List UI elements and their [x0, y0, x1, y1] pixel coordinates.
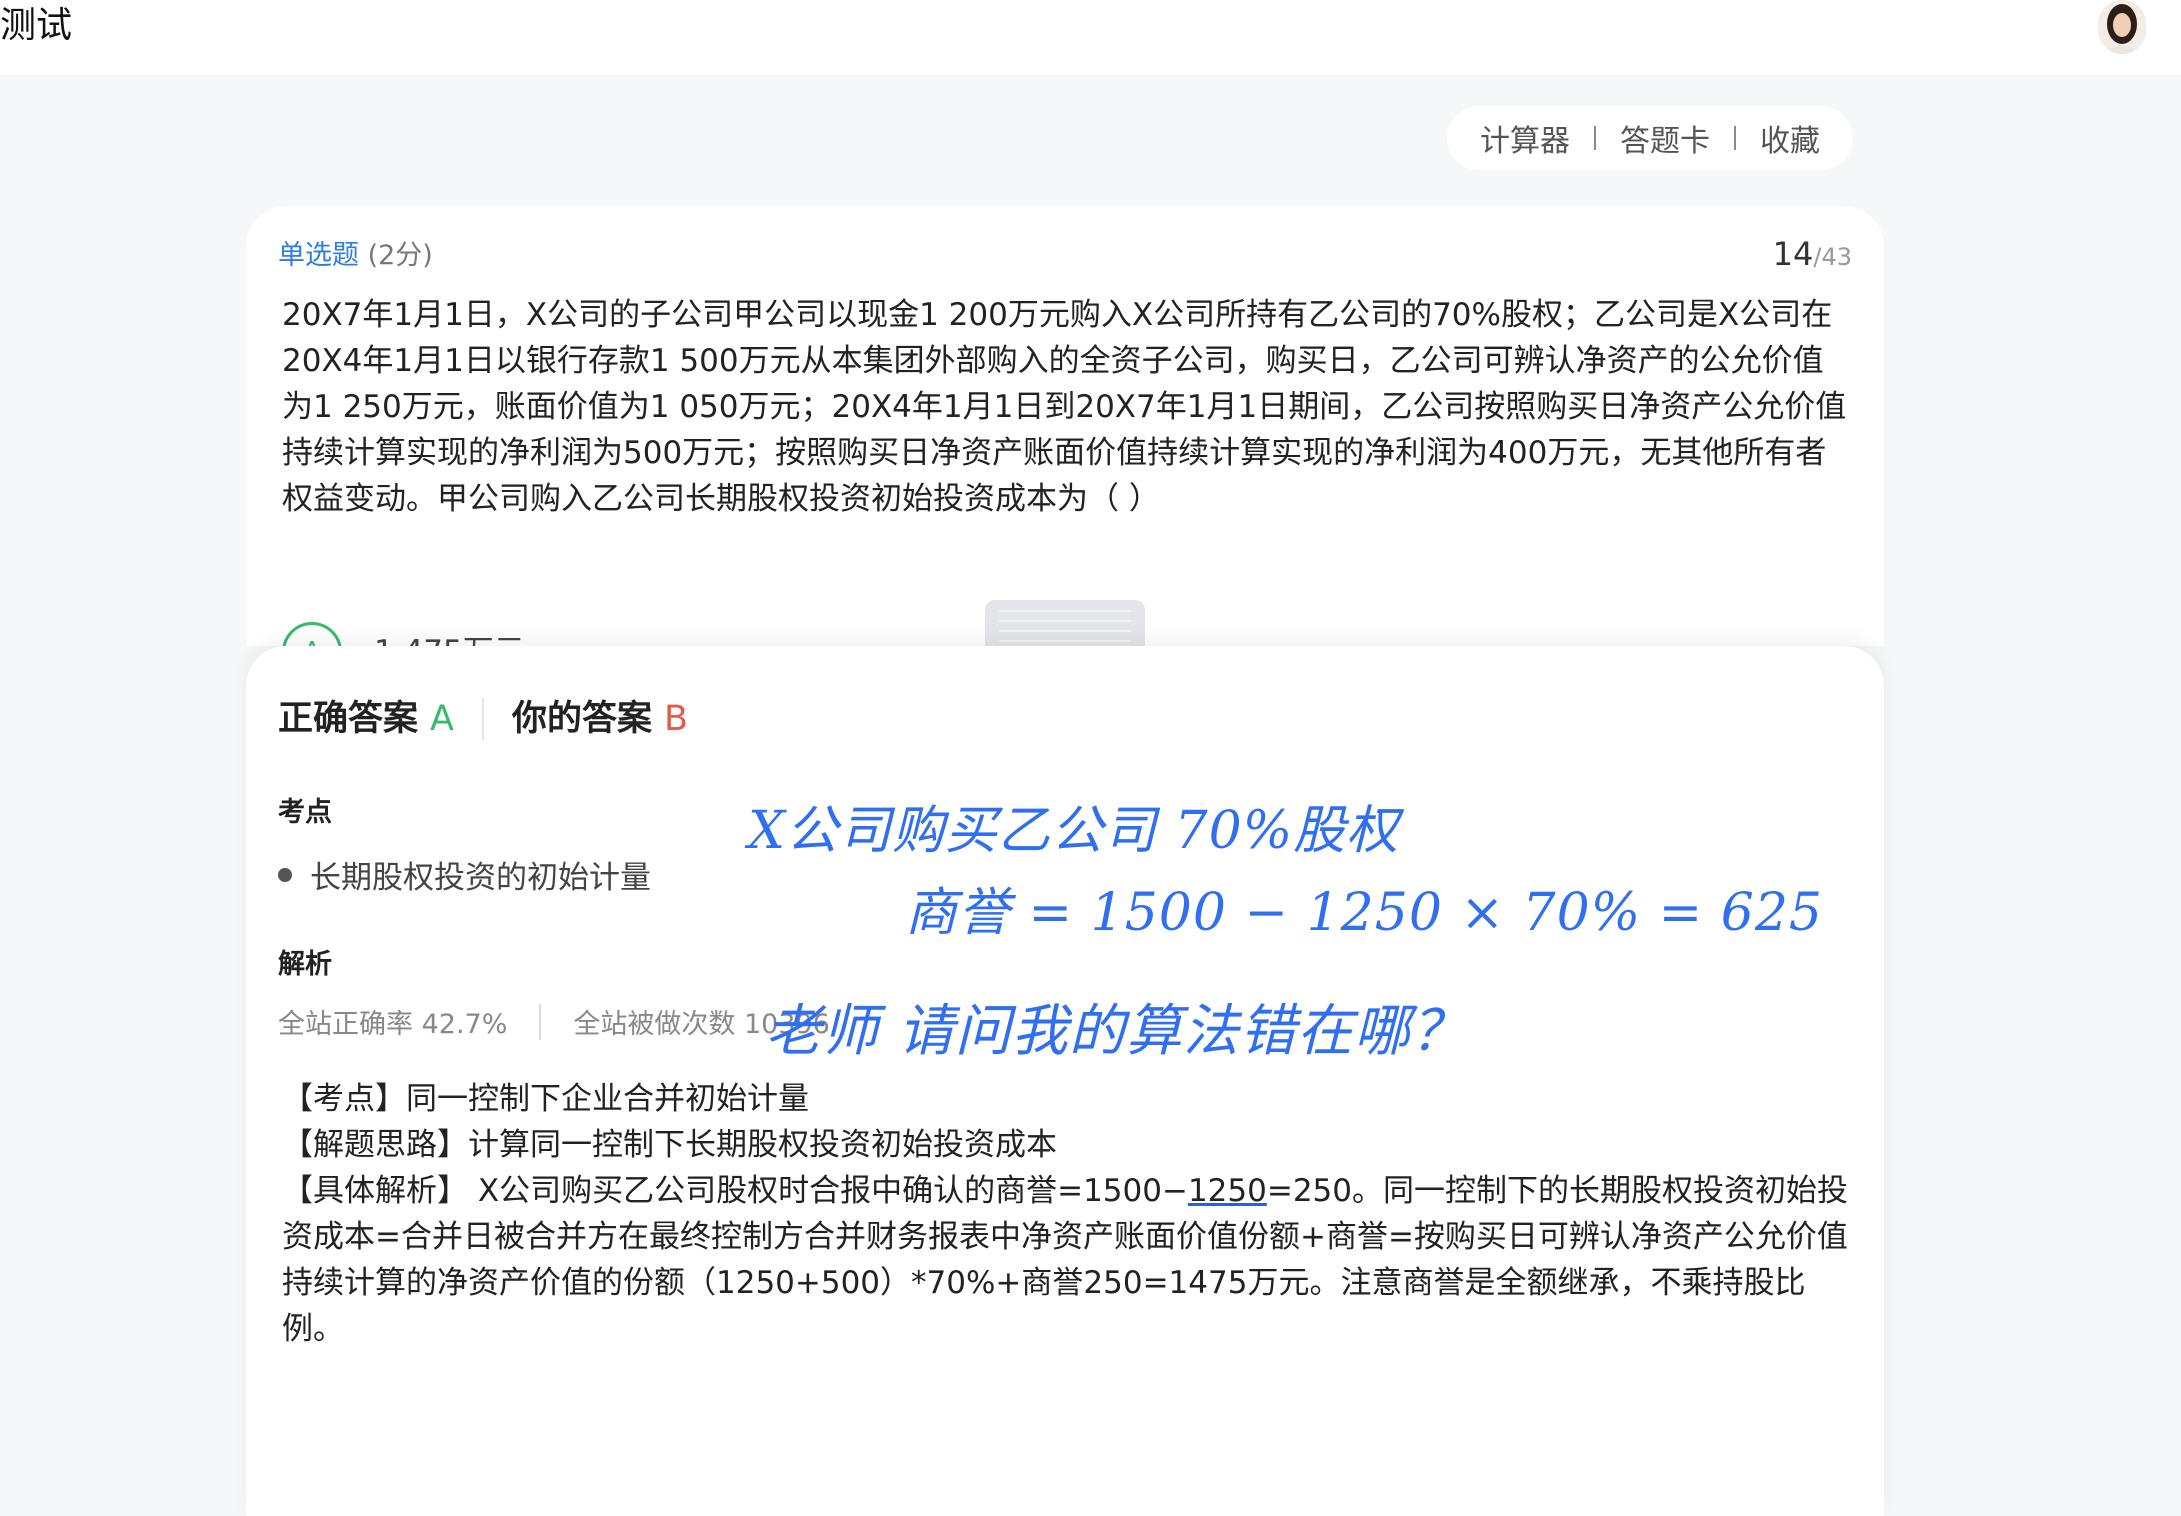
your-answer-value: B [663, 699, 688, 739]
knowledge-point-item[interactable]: 长期股权投资的初始计量 [278, 852, 651, 897]
analysis-title: 解析 [278, 949, 332, 980]
correct-answer-value: A [430, 699, 454, 739]
analysis-text: 【考点】同一控制下企业合并初始计量 【解题思路】计算同一控制下长期股权投资初始投… [282, 1076, 1852, 1352]
drag-handle-line [999, 620, 1131, 622]
drag-handle-line [999, 630, 1131, 632]
favorite-button[interactable]: 收藏 [1750, 116, 1830, 160]
answer-sheet-button[interactable]: 答题卡 [1610, 116, 1720, 160]
site-attempts: 全站被做次数 10396 [573, 1009, 830, 1040]
question-toolbar: 计算器 答题卡 收藏 [1447, 106, 1853, 170]
drag-handle-line [999, 610, 1131, 612]
toolbar-divider [1734, 126, 1736, 150]
top-bar: 测试 [0, 0, 2181, 75]
answer-stats: 全站正确率 42.7% 全站被做次数 10396 [278, 1002, 830, 1041]
analysis-detail: 【具体解析】 X公司购买乙公司股权时合报中确认的商誉=1500−1250=250… [282, 1168, 1852, 1352]
answer-panel: 正确答案 A 你的答案 B 考点 长期股权投资的初始计量 解析 全站正确率 42… [246, 646, 1884, 1516]
bullet-icon [278, 867, 292, 882]
answer-divider [481, 698, 484, 740]
option-a[interactable]: A 1 475万元 [282, 614, 682, 646]
toolbar-divider [1594, 126, 1596, 150]
analysis-approach-line: 【解题思路】计算同一控制下长期股权投资初始投资成本 [282, 1127, 1057, 1163]
question-total: /43 [1813, 243, 1852, 271]
question-type: 单选题 (2分) [278, 236, 433, 276]
analysis-point-line: 【考点】同一控制下企业合并初始计量 [282, 1081, 809, 1117]
calculator-button[interactable]: 计算器 [1470, 116, 1580, 160]
correct-answer-label: 正确答案 [278, 699, 419, 739]
option-a-text: 1 475万元 [374, 626, 525, 646]
analysis-detail-prefix: 【具体解析】 X公司购买乙公司股权时合报中确认的商誉=1500− [282, 1173, 1188, 1209]
question-card: 单选题 (2分) 14/43 20X7年1月1日，X公司的子公司甲公司以现金1 … [246, 206, 1884, 646]
user-avatar[interactable] [2098, 0, 2146, 54]
site-accuracy: 全站正确率 42.7% [278, 1009, 508, 1040]
question-stem: 20X7年1月1日，X公司的子公司甲公司以现金1 200万元购入X公司所持有乙公… [282, 297, 1847, 517]
avatar-portrait-icon [2098, 0, 2146, 54]
question-current-number: 14 [1772, 235, 1814, 273]
knowledge-point-title: 考点 [278, 797, 332, 828]
your-answer-label: 你的答案 [511, 699, 652, 739]
knowledge-point-text: 长期股权投资的初始计量 [310, 860, 651, 896]
drag-handle-line [999, 640, 1131, 642]
panel-drag-handle[interactable] [985, 600, 1145, 648]
answer-summary: 正确答案 A 你的答案 B [278, 696, 688, 742]
question-score: (2分) [367, 240, 433, 271]
analysis-underlined-value: 1250 [1187, 1173, 1267, 1209]
option-a-letter: A [282, 622, 342, 646]
question-progress: 14/43 [1773, 232, 1852, 279]
stats-divider [539, 1003, 542, 1040]
question-type-label: 单选题 [278, 240, 359, 271]
app-title: 测试 [0, 5, 73, 46]
